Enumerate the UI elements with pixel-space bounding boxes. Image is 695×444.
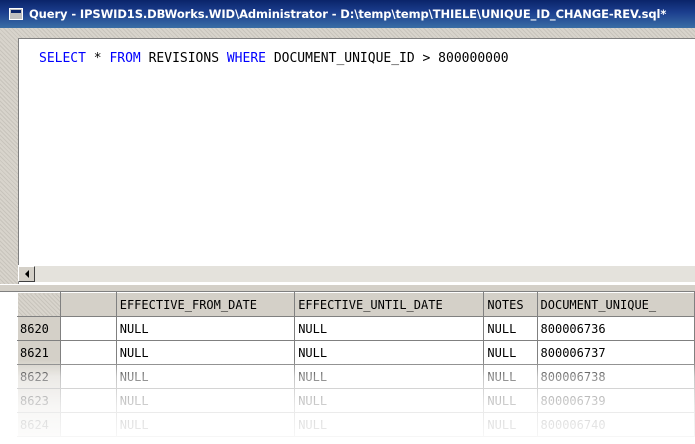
editor-pane: SELECT * FROM REVISIONS WHERE DOCUMENT_U… — [0, 28, 695, 293]
sql-statement[interactable]: SELECT * FROM REVISIONS WHERE DOCUMENT_U… — [39, 51, 509, 66]
sql-text: DOCUMENT_UNIQUE_ID > 800000000 — [266, 51, 509, 66]
grid-cell[interactable]: 800006739 — [536, 388, 695, 413]
column-header[interactable]: NOTES — [483, 292, 538, 317]
grid-cell[interactable] — [60, 388, 117, 413]
grid-cell[interactable]: NULL — [483, 316, 538, 341]
grid-header-row: EFFECTIVE_FROM_DATE EFFECTIVE_UNTIL_DATE… — [16, 292, 695, 317]
row-number[interactable]: 8623 — [16, 388, 62, 413]
table-row[interactable]: 8620 NULL NULL NULL 800006736 — [16, 316, 695, 341]
query-window-icon[interactable] — [9, 8, 23, 20]
row-number[interactable]: 8621 — [16, 340, 62, 365]
column-header[interactable]: EFFECTIVE_UNTIL_DATE — [294, 292, 485, 317]
results-grid: EFFECTIVE_FROM_DATE EFFECTIVE_UNTIL_DATE… — [16, 292, 695, 437]
grid-cell[interactable]: NULL — [294, 412, 485, 437]
grid-cell[interactable]: NULL — [294, 364, 485, 389]
column-header[interactable]: DOCUMENT_UNIQUE_ — [536, 292, 695, 317]
grid-cell[interactable]: NULL — [115, 340, 296, 365]
window-title: Query - IPSWID1S.DBWorks.WID\Administrat… — [29, 7, 667, 21]
grid-cell[interactable] — [60, 412, 117, 437]
keyword-where: WHERE — [226, 51, 266, 66]
grid-corner[interactable] — [16, 292, 62, 317]
grid-cell[interactable] — [60, 340, 117, 365]
column-header[interactable] — [60, 292, 117, 317]
query-window: Query - IPSWID1S.DBWorks.WID\Administrat… — [0, 0, 695, 444]
keyword-select: SELECT — [39, 51, 86, 66]
grid-cell[interactable]: 800006740 — [536, 412, 695, 437]
grid-cell[interactable]: NULL — [483, 364, 538, 389]
column-header[interactable]: EFFECTIVE_FROM_DATE — [115, 292, 296, 317]
table-row[interactable]: 8623 NULL NULL NULL 800006739 — [16, 388, 695, 413]
sql-editor[interactable]: SELECT * FROM REVISIONS WHERE DOCUMENT_U… — [18, 38, 695, 293]
grid-cell[interactable]: NULL — [294, 340, 485, 365]
grid-cell[interactable]: 800006738 — [536, 364, 695, 389]
grid-cell[interactable]: NULL — [115, 364, 296, 389]
results-grid-pane: EFFECTIVE_FROM_DATE EFFECTIVE_UNTIL_DATE… — [0, 292, 695, 444]
grid-cell[interactable]: NULL — [483, 412, 538, 437]
row-number[interactable]: 8624 — [16, 412, 62, 437]
grid-cell[interactable]: NULL — [294, 316, 485, 341]
grid-cell[interactable]: NULL — [115, 388, 296, 413]
grid-cell[interactable]: NULL — [294, 388, 485, 413]
row-number[interactable]: 8620 — [16, 316, 62, 341]
grid-cell[interactable]: NULL — [115, 316, 296, 341]
sql-text: * — [85, 51, 110, 66]
grid-cell[interactable]: NULL — [483, 340, 538, 365]
pane-splitter[interactable] — [0, 284, 695, 292]
sql-text: REVISIONS — [140, 51, 227, 66]
grid-cell[interactable]: 800006736 — [536, 316, 695, 341]
table-row[interactable]: 8622 NULL NULL NULL 800006738 — [16, 364, 695, 389]
grid-cell[interactable] — [60, 316, 117, 341]
grid-cell[interactable]: 800006737 — [536, 340, 695, 365]
grid-cell[interactable]: NULL — [115, 412, 296, 437]
table-row[interactable]: 8621 NULL NULL NULL 800006737 — [16, 340, 695, 365]
grid-cell[interactable]: NULL — [483, 388, 538, 413]
title-bar[interactable]: Query - IPSWID1S.DBWorks.WID\Administrat… — [0, 0, 695, 28]
keyword-from: FROM — [109, 51, 141, 66]
horizontal-scrollbar[interactable] — [18, 265, 695, 282]
grid-cell[interactable] — [60, 364, 117, 389]
table-row[interactable]: 8624 NULL NULL NULL 800006740 — [16, 412, 695, 437]
scroll-left-arrow-icon[interactable] — [18, 266, 35, 282]
row-number[interactable]: 8622 — [16, 364, 62, 389]
